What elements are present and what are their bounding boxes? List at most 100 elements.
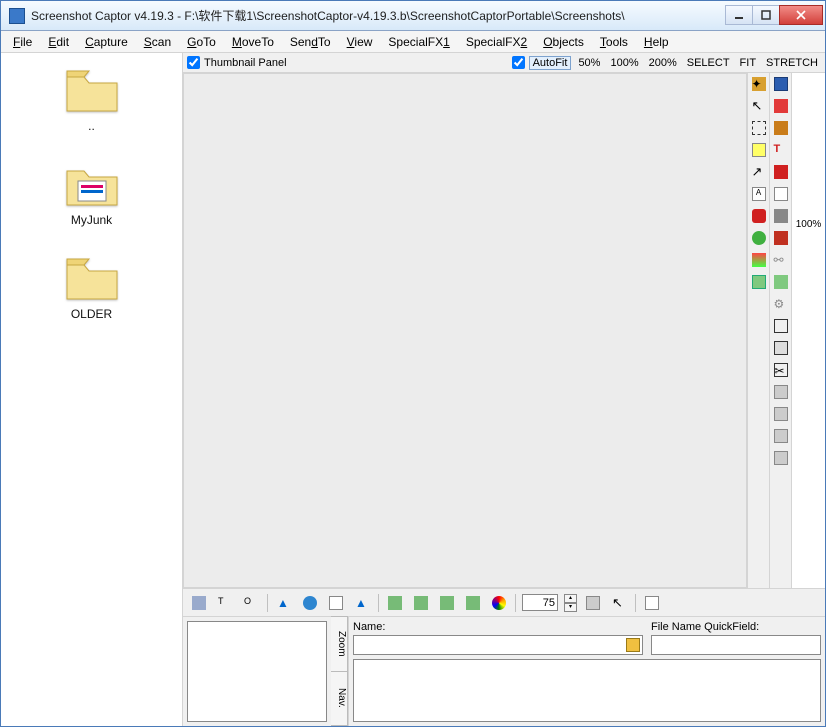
sheet-icon[interactable] bbox=[772, 185, 790, 203]
crop1-icon[interactable] bbox=[385, 593, 405, 613]
content-area: Thumbnail Panel AutoFit 50% 100% 200% SE… bbox=[183, 53, 825, 726]
doc-icon[interactable] bbox=[326, 593, 346, 613]
zoom-stretch[interactable]: STRETCH bbox=[763, 57, 821, 69]
panel4-icon[interactable] bbox=[772, 449, 790, 467]
maximize-icon[interactable] bbox=[772, 339, 790, 357]
bottom-toolbar: T O ▲ ▲ ▴▾ ↖ bbox=[183, 588, 825, 616]
image-icon[interactable] bbox=[750, 273, 768, 291]
navigator-box[interactable] bbox=[187, 621, 327, 722]
menu-specialfx2[interactable]: SpecialFX2 bbox=[460, 33, 533, 51]
rainbow-icon[interactable] bbox=[489, 593, 509, 613]
cursor-pick-icon[interactable]: ↖ bbox=[609, 593, 629, 613]
menu-help[interactable]: Help bbox=[638, 33, 675, 51]
save-icon[interactable] bbox=[772, 75, 790, 93]
canvas[interactable] bbox=[183, 73, 747, 588]
cursor-icon[interactable]: ↖ bbox=[750, 97, 768, 115]
link-icon[interactable]: ⚯ bbox=[772, 251, 790, 269]
opacity-spinner[interactable]: ▴▾ bbox=[564, 594, 577, 611]
crop2-icon[interactable] bbox=[411, 593, 431, 613]
menu-view[interactable]: View bbox=[341, 33, 379, 51]
menu-objects[interactable]: Objects bbox=[537, 33, 590, 51]
image-export-icon[interactable] bbox=[772, 273, 790, 291]
new-doc-icon[interactable] bbox=[642, 593, 662, 613]
rotate-icon[interactable]: ▲ bbox=[274, 593, 294, 613]
menu-scan[interactable]: Scan bbox=[138, 33, 177, 51]
title-bar[interactable]: Screenshot Captor v4.19.3 - F:\软件下载1\Scr… bbox=[1, 1, 825, 31]
zoom-200[interactable]: 200% bbox=[646, 57, 680, 69]
autofit-label[interactable]: AutoFit bbox=[529, 56, 572, 70]
menu-file[interactable]: File bbox=[7, 33, 38, 51]
opacity-input[interactable] bbox=[522, 594, 558, 611]
gear-icon[interactable]: ⚙ bbox=[772, 295, 790, 313]
arrow-icon[interactable]: ↗ bbox=[750, 163, 768, 181]
zoom-readout: 100% bbox=[796, 219, 822, 230]
text-tool-icon[interactable]: T bbox=[772, 141, 790, 159]
selection-icon[interactable] bbox=[750, 119, 768, 137]
text-frame-icon[interactable]: A bbox=[750, 185, 768, 203]
menu-capture[interactable]: Capture bbox=[79, 33, 134, 51]
remove-icon[interactable] bbox=[772, 163, 790, 181]
autofit-checkbox[interactable] bbox=[512, 56, 525, 69]
menu-edit[interactable]: Edit bbox=[42, 33, 75, 51]
zoom-select[interactable]: SELECT bbox=[684, 57, 733, 69]
flip-icon[interactable]: ▲ bbox=[352, 593, 372, 613]
apply-icon[interactable] bbox=[583, 593, 603, 613]
folder-icon bbox=[64, 161, 120, 209]
lower-panel: Zoom Nav. Name: File Name Quic bbox=[183, 616, 825, 726]
crop3-icon[interactable] bbox=[437, 593, 457, 613]
tab-zoom[interactable]: Zoom bbox=[331, 616, 348, 672]
name-edit-icon[interactable] bbox=[626, 638, 640, 652]
folder-item-myjunk[interactable]: MyJunk bbox=[1, 153, 182, 247]
text1-icon[interactable]: T bbox=[215, 593, 235, 613]
zoom-ruler-panel: 100% bbox=[791, 73, 825, 588]
color-icon[interactable] bbox=[750, 251, 768, 269]
print-icon[interactable] bbox=[772, 207, 790, 225]
menu-moveto[interactable]: MoveTo bbox=[226, 33, 280, 51]
menu-specialfx1[interactable]: SpecialFX1 bbox=[382, 33, 455, 51]
text2-icon[interactable]: O bbox=[241, 593, 261, 613]
close-button[interactable] bbox=[779, 5, 823, 25]
notes-textarea[interactable] bbox=[353, 659, 821, 722]
maximize-button[interactable] bbox=[752, 5, 780, 25]
brush-icon[interactable] bbox=[750, 207, 768, 225]
canvas-toolbar: Thumbnail Panel AutoFit 50% 100% 200% SE… bbox=[183, 53, 825, 73]
name-label: Name: bbox=[353, 621, 643, 633]
tool-palette-left: ✦ ↖ ↗ A bbox=[747, 73, 769, 588]
zoom-50[interactable]: 50% bbox=[575, 57, 603, 69]
zoom-fit[interactable]: FIT bbox=[737, 57, 760, 69]
minimize-button[interactable] bbox=[725, 5, 753, 25]
canvas-row: ✦ ↖ ↗ A T bbox=[183, 73, 825, 588]
menu-goto[interactable]: GoTo bbox=[181, 33, 222, 51]
highlight-icon[interactable] bbox=[750, 141, 768, 159]
folder-item-parent[interactable]: .. bbox=[1, 59, 182, 153]
quickfield-label: File Name QuickField: bbox=[651, 621, 821, 633]
copy-star-icon[interactable] bbox=[772, 97, 790, 115]
tab-nav[interactable]: Nav. bbox=[331, 671, 348, 727]
shapes-icon[interactable] bbox=[750, 229, 768, 247]
menu-sendto[interactable]: SendTo bbox=[284, 33, 337, 51]
thumbnail-checkbox[interactable] bbox=[187, 56, 200, 69]
app-window: Screenshot Captor v4.19.3 - F:\软件下载1\Scr… bbox=[0, 0, 826, 727]
panel2-icon[interactable] bbox=[772, 405, 790, 423]
name-input[interactable] bbox=[353, 635, 643, 655]
wand-icon[interactable]: ✦ bbox=[750, 75, 768, 93]
crop4-icon[interactable] bbox=[463, 593, 483, 613]
toolbox-icon[interactable] bbox=[772, 229, 790, 247]
menu-bar: File Edit Capture Scan GoTo MoveTo SendT… bbox=[1, 31, 825, 53]
side-tabs: Zoom Nav. bbox=[331, 617, 349, 726]
crop-icon[interactable]: ✂ bbox=[772, 361, 790, 379]
panel1-icon[interactable] bbox=[772, 383, 790, 401]
globe-icon[interactable] bbox=[300, 593, 320, 613]
edit-pencil-icon[interactable] bbox=[772, 119, 790, 137]
folder-label: OLDER bbox=[1, 307, 182, 321]
app-icon bbox=[9, 8, 25, 24]
panel3-icon[interactable] bbox=[772, 427, 790, 445]
menu-tools[interactable]: Tools bbox=[594, 33, 634, 51]
folder-sidebar[interactable]: .. MyJunk OLDER bbox=[1, 53, 183, 726]
folder-item-older[interactable]: OLDER bbox=[1, 247, 182, 341]
properties-panel: Name: File Name QuickField: bbox=[349, 617, 825, 726]
scanner-icon[interactable] bbox=[189, 593, 209, 613]
fit-icon[interactable] bbox=[772, 317, 790, 335]
quickfield-input[interactable] bbox=[651, 635, 821, 655]
zoom-100[interactable]: 100% bbox=[607, 57, 641, 69]
